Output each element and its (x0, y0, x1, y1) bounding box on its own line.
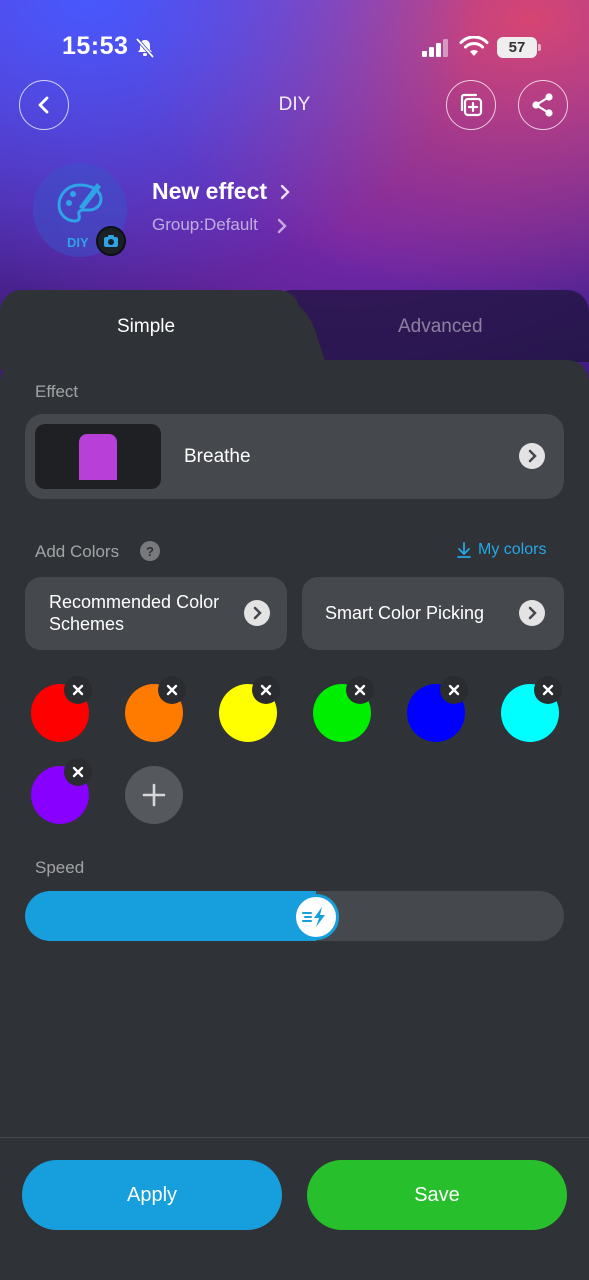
speed-slider-handle[interactable] (293, 894, 340, 940)
effect-thumbnail (35, 424, 161, 489)
plus-icon (142, 783, 166, 807)
group-selector[interactable]: Group:Default (152, 215, 258, 235)
close-icon (448, 684, 460, 696)
remove-color-button[interactable] (64, 758, 92, 786)
effect-name[interactable]: New effect (152, 178, 267, 205)
apply-button[interactable]: Apply (22, 1160, 282, 1230)
remove-color-button[interactable] (64, 676, 92, 704)
share-button[interactable] (518, 80, 568, 130)
avatar-label: DIY (67, 235, 89, 250)
chevron-right-icon (244, 600, 270, 626)
smart-picking-label: Smart Color Picking (325, 603, 485, 623)
tab-advanced[interactable]: Advanced (398, 316, 483, 338)
wifi-icon (459, 36, 489, 56)
breathe-effect-preview (79, 434, 117, 480)
close-icon (72, 684, 84, 696)
close-icon (354, 684, 366, 696)
duplicate-icon (460, 93, 483, 117)
chevron-right-icon[interactable] (278, 183, 292, 201)
save-button[interactable]: Save (307, 1160, 567, 1230)
speed-slider-fill (25, 891, 317, 941)
bell-muted-icon (135, 37, 155, 59)
remove-color-button[interactable] (346, 676, 374, 704)
remove-color-button[interactable] (440, 676, 468, 704)
help-icon[interactable]: ? (140, 541, 160, 561)
download-icon (457, 542, 471, 558)
cellular-signal-icon (422, 39, 448, 57)
status-bar: 15:53 57 (0, 0, 589, 92)
speed-section-label: Speed (35, 858, 85, 877)
smart-color-picking-button[interactable]: Smart Color Picking (302, 577, 564, 650)
colors-section-label: Add Colors (35, 542, 120, 561)
close-icon (166, 684, 178, 696)
camera-icon (104, 235, 118, 247)
battery-indicator: 57 (497, 37, 541, 58)
chevron-right-icon (519, 600, 545, 626)
tab-simple[interactable]: Simple (117, 316, 175, 338)
chevron-right-icon (519, 443, 545, 469)
speed-bolt-icon (302, 907, 326, 927)
remove-color-button[interactable] (534, 676, 562, 704)
close-icon (260, 684, 272, 696)
camera-button[interactable] (96, 226, 126, 256)
chevron-right-icon[interactable] (275, 217, 289, 235)
recommended-label: Recommended Color Schemes (49, 592, 220, 634)
paint-palette-icon (57, 183, 103, 223)
remove-color-button[interactable] (158, 676, 186, 704)
recommended-color-schemes-button[interactable]: Recommended Color Schemes (25, 577, 287, 650)
add-color-button[interactable] (125, 766, 183, 824)
my-colors-link[interactable]: My colors (456, 541, 546, 559)
effect-selected-label: Breathe (184, 446, 251, 467)
status-time: 15:53 (62, 32, 129, 60)
page-title: DIY (278, 94, 311, 115)
close-icon (542, 684, 554, 696)
remove-color-button[interactable] (252, 676, 280, 704)
share-icon (532, 93, 553, 117)
effect-selector[interactable]: Breathe (25, 414, 564, 499)
my-colors-label: My colors (478, 541, 547, 558)
close-icon (72, 766, 84, 778)
effect-section-label: Effect (35, 382, 79, 401)
duplicate-button[interactable] (446, 80, 496, 130)
